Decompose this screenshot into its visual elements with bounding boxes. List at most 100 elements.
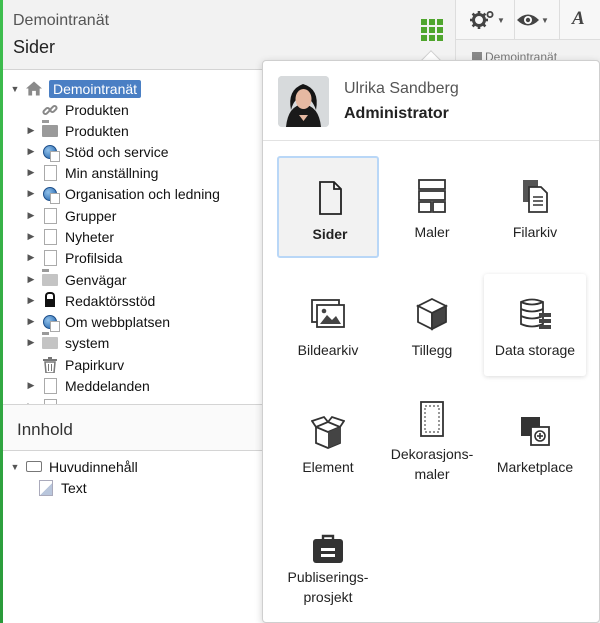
- content-panel-title: Innhold: [17, 420, 73, 439]
- tree-node[interactable]: ▶ Organisation och ledning: [26, 183, 220, 204]
- content-area-icon: [26, 459, 42, 475]
- expand-toggle-icon[interactable]: ▶: [26, 167, 36, 178]
- preview-menu-button[interactable]: ▼: [516, 9, 549, 31]
- app-tile-sider[interactable]: Sider: [277, 156, 379, 258]
- home-icon: [472, 52, 482, 60]
- tree-node[interactable]: ▶ Om webbplatsen: [26, 311, 171, 332]
- app-tile-label: Data storage: [494, 342, 576, 358]
- avatar: [278, 76, 329, 127]
- tree-node[interactable]: ▶ Min anställning: [26, 162, 158, 183]
- app-tile-filarkiv[interactable]: Filarkiv: [484, 156, 586, 258]
- link-icon: [42, 102, 58, 118]
- page-icon: [42, 164, 58, 181]
- tree-node-label: Organisation och ledning: [65, 185, 220, 202]
- expand-toggle-icon[interactable]: ▶: [26, 125, 36, 136]
- app-tile-element[interactable]: Element: [277, 391, 379, 493]
- tree-node-label: Genvägar: [65, 271, 127, 288]
- file-archive-icon: [523, 180, 548, 213]
- chevron-down-icon: ▼: [497, 15, 505, 25]
- expand-toggle-icon[interactable]: ▶: [26, 380, 36, 391]
- app-tile-label: Tillegg: [411, 342, 453, 358]
- expand-toggle-icon[interactable]: ▶: [26, 252, 36, 263]
- tree-node-label: Om webbplatsen: [65, 313, 171, 330]
- app-tile-label: Bildearkiv: [297, 342, 359, 358]
- apps-grid-button[interactable]: [421, 19, 443, 41]
- app-tile-maler[interactable]: Maler: [381, 156, 483, 258]
- lock-icon: [42, 293, 58, 309]
- tree-node[interactable]: ▶: [26, 396, 65, 404]
- content-tree-node[interactable]: ▼ Huvudinnehåll: [10, 456, 138, 477]
- app-tile-label: Filarkiv: [512, 224, 558, 240]
- app-tile-label: Sider: [312, 226, 348, 242]
- folder-open-icon: [42, 123, 58, 139]
- tree-node[interactable]: ▼ Demointranät: [10, 78, 142, 99]
- app-tile-label: Publiserings-: [287, 569, 369, 585]
- briefcase-icon: [313, 534, 343, 563]
- database-icon: [520, 298, 551, 329]
- tree-node[interactable]: ▶ Nyheter: [26, 226, 114, 247]
- expand-toggle-icon[interactable]: ▶: [26, 146, 36, 157]
- tree-node-label: system: [65, 334, 110, 351]
- content-tree-node[interactable]: Text: [22, 477, 87, 498]
- expand-toggle-icon[interactable]: ▶: [26, 274, 36, 285]
- app-tile-bildearkiv[interactable]: Bildearkiv: [277, 274, 379, 376]
- tree-node-label: Meddelanden: [65, 377, 150, 394]
- site-name: Demointranät: [13, 12, 110, 29]
- tree-node[interactable]: Produkten: [26, 99, 129, 120]
- expand-toggle-icon[interactable]: ▼: [10, 84, 20, 94]
- templates-icon: [418, 179, 446, 213]
- font-style-button[interactable]: A: [572, 8, 585, 30]
- tree-node[interactable]: ▶ system: [26, 332, 110, 353]
- tree-node[interactable]: ▶ Produkten: [26, 120, 129, 141]
- app-tile-label: Dekorasjons-: [390, 446, 474, 462]
- page-icon: [42, 249, 58, 266]
- app-tile-publiseringsprosjekt[interactable]: Publiserings- prosjekt: [277, 509, 379, 611]
- tree-node[interactable]: ▶ Meddelanden: [26, 375, 150, 396]
- tree-node-label: Nyheter: [65, 228, 115, 245]
- app-tile-dekorasjonsmaler[interactable]: Dekorasjons- maler: [381, 391, 483, 493]
- chevron-down-icon: ▼: [541, 15, 549, 25]
- user-name: Ulrika Sandberg: [344, 80, 459, 97]
- text-part-icon: [38, 479, 54, 496]
- tree-node-label: Min anställning: [65, 164, 159, 181]
- page-icon: [42, 228, 58, 245]
- globe-page-icon: [42, 314, 58, 330]
- toolbar-divider: [559, 0, 560, 40]
- cube-icon: [415, 297, 449, 331]
- tree-node[interactable]: Papirkurv: [26, 354, 124, 375]
- tree-node-label: Profilsida: [65, 249, 123, 266]
- tree-node-label: Grupper: [65, 207, 117, 224]
- content-tree-label: Huvudinnehåll: [49, 458, 138, 475]
- tree-node[interactable]: ▶ Redaktörsstöd: [26, 290, 156, 311]
- settings-menu-button[interactable]: ▼: [470, 9, 505, 31]
- page-icon: [42, 377, 58, 394]
- expand-toggle-icon[interactable]: ▶: [26, 316, 36, 327]
- app-tile-label: maler: [414, 466, 450, 482]
- tree-node[interactable]: ▶ Stöd och service: [26, 141, 169, 162]
- app-tile-marketplace[interactable]: Marketplace: [484, 391, 586, 493]
- expand-toggle-icon[interactable]: ▼: [10, 462, 20, 472]
- content-tree-label: Text: [61, 479, 87, 496]
- app-launcher-dropdown: Ulrika Sandberg Administrator Sider Male…: [262, 60, 600, 623]
- gears-icon: [470, 11, 494, 29]
- expand-toggle-icon[interactable]: ▶: [26, 337, 36, 348]
- tree-node[interactable]: ▶ Grupper: [26, 205, 116, 226]
- tree-node[interactable]: ▶ Genvägar: [26, 269, 127, 290]
- page-tree: ▼ Demointranät Produkten ▶ Produkten ▶ S…: [3, 70, 265, 404]
- expand-toggle-icon[interactable]: ▶: [26, 188, 36, 199]
- expand-toggle-icon[interactable]: ▶: [26, 231, 36, 242]
- app-tile-label: prosjekt: [303, 589, 353, 605]
- folder-icon: [42, 272, 58, 288]
- tree-node-label: Produkten: [65, 122, 129, 139]
- content-panel-header[interactable]: Innhold: [3, 404, 265, 451]
- home-icon: [26, 81, 42, 97]
- expand-toggle-icon[interactable]: ▶: [26, 210, 36, 221]
- decoration-template-icon: [420, 401, 444, 437]
- tree-node-label: Redaktörsstöd: [65, 292, 156, 309]
- app-tile-tillegg[interactable]: Tillegg: [381, 274, 483, 376]
- tree-node[interactable]: ▶ Profilsida: [26, 247, 123, 268]
- open-box-icon: [311, 415, 345, 449]
- expand-toggle-icon[interactable]: ▶: [26, 295, 36, 306]
- app-tile-data-storage[interactable]: Data storage: [484, 274, 586, 376]
- image-archive-icon: [311, 299, 345, 328]
